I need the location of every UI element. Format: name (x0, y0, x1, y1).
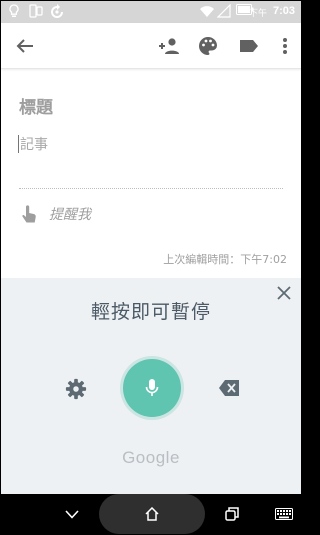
palette-button[interactable] (196, 34, 220, 58)
backspace-icon[interactable] (218, 379, 240, 397)
app-bar (1, 23, 301, 69)
keyboard-button[interactable] (273, 504, 295, 524)
nav-recents-button[interactable] (221, 504, 243, 524)
note-body-placeholder: 記事 (20, 137, 48, 153)
microphone-button[interactable] (123, 359, 181, 417)
back-arrow-icon (16, 39, 33, 53)
more-options-button[interactable] (273, 34, 297, 58)
google-brand-text: Google (122, 448, 180, 467)
touch-hand-icon (22, 204, 36, 222)
label-button[interactable] (237, 34, 261, 58)
recents-icon (225, 507, 239, 521)
back-button[interactable] (13, 34, 37, 58)
note-body-input[interactable]: 記事 (18, 134, 48, 154)
voice-input-panel: 輕按即可暫停 Google (1, 278, 301, 494)
navigation-bar (1, 494, 301, 534)
nav-home-button[interactable] (141, 504, 163, 524)
home-icon (145, 507, 159, 521)
refresh-icon (51, 4, 63, 18)
label-icon (240, 40, 258, 52)
microphone-icon (145, 379, 159, 396)
add-collaborator-icon (159, 38, 179, 54)
screen: 下午 7:03 標題 記事 提醒我 上次編輯時間：下午7:02 輕按即可暫停 G… (1, 1, 301, 534)
divider (19, 188, 283, 189)
reminder-button[interactable]: 提醒我 (21, 204, 91, 224)
add-collaborator-button[interactable] (157, 34, 181, 58)
sim-icon (29, 4, 43, 18)
status-ampm: 下午 (248, 9, 267, 19)
last-edited-text: 上次編輯時間：下午7:02 (163, 253, 287, 266)
text-caret (18, 135, 19, 153)
keyboard-icon (275, 508, 293, 520)
back-chevron-icon (65, 509, 79, 519)
status-bar: 下午 7:03 (1, 1, 301, 23)
reminder-label: 提醒我 (49, 207, 91, 223)
settings-gear-icon[interactable] (65, 378, 87, 400)
more-vert-icon (283, 38, 287, 54)
nav-back-button[interactable] (61, 504, 83, 524)
signal-icon (217, 4, 231, 18)
palette-icon (199, 37, 217, 55)
lightbulb-icon (9, 4, 19, 17)
title-input[interactable]: 標題 (19, 93, 53, 118)
wifi-icon (200, 6, 214, 17)
status-time: 7:03 (272, 5, 295, 17)
voice-prompt: 輕按即可暫停 (90, 301, 211, 323)
